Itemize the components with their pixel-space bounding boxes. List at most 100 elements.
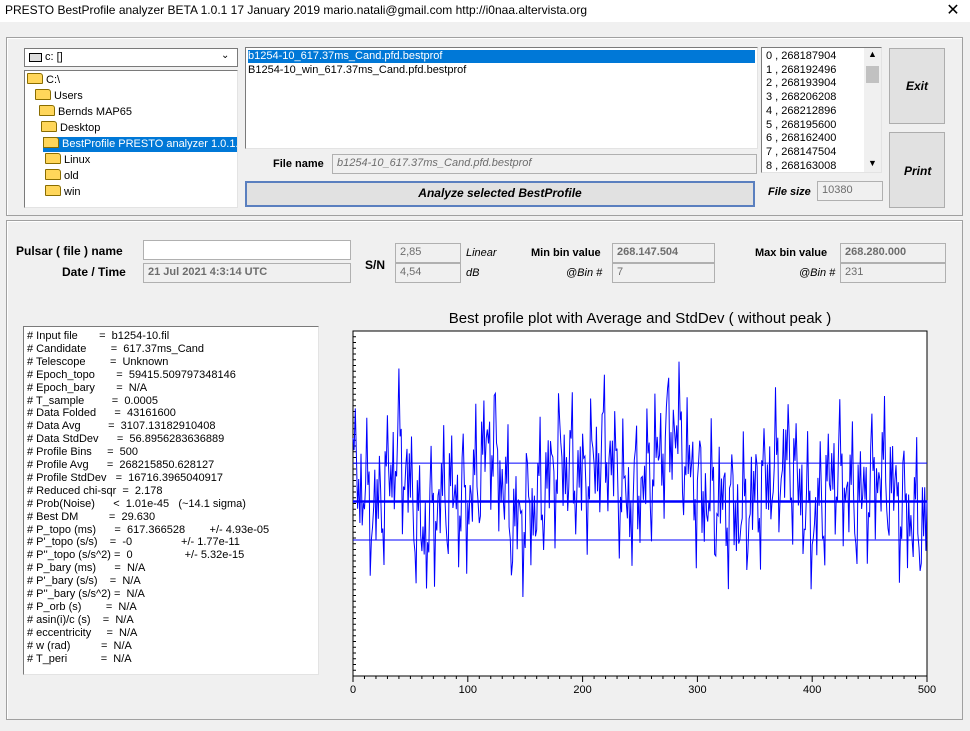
chevron-down-icon[interactable]: ⌄ bbox=[221, 50, 229, 61]
max-bin-index-field: 231 bbox=[840, 263, 946, 283]
info-line: # eccentricity = N/A bbox=[27, 626, 138, 639]
x-tick-label: 200 bbox=[573, 684, 591, 696]
sn-db-unit: dB bbox=[466, 267, 480, 279]
info-line: # P''_bary (s/s^2) = N/A bbox=[27, 588, 145, 600]
dir-item-label: C:\ bbox=[46, 74, 61, 86]
dir-item-label: old bbox=[64, 170, 79, 182]
info-line: # P''_topo (s/s^2) = 0 +/- 5.32e-15 bbox=[27, 549, 245, 562]
folder-icon bbox=[45, 185, 61, 196]
file-name-label: File name bbox=[273, 158, 324, 170]
bin-list-item[interactable]: 1 , 268192496 bbox=[766, 64, 836, 78]
dir-item[interactable]: win bbox=[45, 185, 81, 200]
sn-linear-unit: Linear bbox=[466, 247, 497, 259]
min-bin-value-field: 268.147.504 bbox=[612, 243, 715, 263]
bin-list-item[interactable]: 6 , 268162400 bbox=[766, 132, 836, 146]
bin-list-item[interactable]: 3 , 268206208 bbox=[766, 91, 836, 105]
info-line: # P_bary (ms) = N/A bbox=[27, 562, 146, 575]
folder-icon bbox=[27, 73, 43, 84]
folder-icon bbox=[45, 169, 61, 180]
scroll-down-icon[interactable]: ▼ bbox=[868, 158, 877, 168]
sn-label: S/N bbox=[365, 258, 386, 272]
min-bin-label: Min bin value bbox=[531, 247, 601, 259]
drive-select-value: c: [] bbox=[45, 51, 63, 63]
bin-list-item[interactable]: 8 , 268163008 bbox=[766, 160, 836, 172]
dir-item[interactable]: Users bbox=[35, 89, 83, 104]
info-line: # Best DM = 29.630 bbox=[27, 510, 156, 523]
min-bin-index-label: @Bin # bbox=[566, 267, 603, 279]
info-line: # Profile Avg = 268215850.628127 bbox=[27, 459, 215, 471]
sn-linear-field: 2,85 bbox=[395, 243, 461, 263]
x-tick-label: 400 bbox=[803, 684, 821, 696]
info-line: # Candidate = 617.37ms_Cand bbox=[27, 342, 205, 355]
dir-item[interactable]: old bbox=[45, 169, 79, 184]
window-title: PRESTO BestProfile analyzer BETA 1.0.1 1… bbox=[5, 3, 588, 17]
bin-list-item[interactable]: 4 , 268212896 bbox=[766, 105, 836, 119]
chart-title: Best profile plot with Average and StdDe… bbox=[448, 310, 832, 327]
folder-icon bbox=[41, 121, 57, 132]
folder-icon bbox=[43, 137, 59, 148]
info-line: # Reduced chi-sqr = 2.178 bbox=[27, 484, 163, 497]
info-line: # Data StdDev = 56.8956283636889 bbox=[27, 433, 225, 446]
max-bin-value-field: 268.280.000 bbox=[840, 243, 946, 263]
bin-list-scrollbar[interactable]: ▲ ▼ bbox=[864, 48, 881, 172]
dir-item-label: Desktop bbox=[60, 122, 101, 134]
file-size-label: File size bbox=[768, 186, 811, 198]
date-time-field: 21 Jul 2021 4:3:14 UTC bbox=[143, 263, 351, 283]
dir-item[interactable]: Desktop bbox=[41, 121, 100, 136]
close-icon[interactable]: ✕ bbox=[936, 0, 970, 22]
file-size-field: 10380 bbox=[817, 181, 883, 201]
info-line: # Prob(Noise) < 1.01e-45 (~14.1 sigma) bbox=[27, 497, 246, 510]
file-list[interactable]: b1254-10_617.37ms_Cand.pfd.bestprof B1254… bbox=[245, 47, 758, 149]
best-profile-chart: 0 100 200 300 400 500 bbox=[350, 330, 936, 696]
dir-item[interactable]: C:\ bbox=[27, 73, 60, 88]
bin-list-item[interactable]: 7 , 268147504 bbox=[766, 146, 836, 160]
info-line: # T_peri = N/A bbox=[27, 652, 132, 665]
scroll-thumb[interactable] bbox=[866, 66, 879, 83]
dir-item[interactable]: Linux bbox=[45, 153, 90, 168]
dir-item-label: Users bbox=[54, 90, 83, 102]
info-line: # Epoch_bary = N/A bbox=[27, 381, 148, 394]
folder-icon bbox=[45, 153, 61, 164]
folder-icon bbox=[39, 105, 55, 116]
info-line: # P_orb (s) = N/A bbox=[27, 600, 137, 613]
max-bin-label: Max bin value bbox=[755, 247, 828, 259]
scroll-up-icon[interactable]: ▲ bbox=[868, 49, 877, 59]
info-line: # P'_topo (s/s) = -0 +/- 1.77e-11 bbox=[27, 536, 240, 549]
info-line: # P'_bary (s/s) = N/A bbox=[27, 575, 141, 588]
info-line: # Input file = b1254-10.fil bbox=[27, 330, 170, 342]
info-line: # P_topo (ms) = 617.366528 +/- 4.93e-05 bbox=[27, 523, 270, 536]
bin-list-item[interactable]: 2 , 268193904 bbox=[766, 77, 836, 91]
folder-icon bbox=[35, 89, 51, 100]
info-line: # Profile StdDev = 16716.3965040917 bbox=[27, 471, 224, 484]
info-line: # Epoch_topo = 59415.509797348146 bbox=[27, 368, 236, 381]
dir-item[interactable]: BestProfile PRESTO analyzer 1.0.1.e bbox=[43, 137, 237, 152]
pulsar-name-label: Pulsar ( file ) name bbox=[16, 244, 123, 258]
date-time-label: Date / Time bbox=[62, 265, 126, 279]
drive-select[interactable]: c: [] ⌄ bbox=[24, 48, 238, 67]
x-tick-label: 300 bbox=[688, 684, 706, 696]
bin-list-item[interactable]: 0 , 268187904 bbox=[766, 50, 836, 64]
analyze-button-label: Analyze selected BestProfile bbox=[418, 186, 582, 200]
dir-item-label: Bernds MAP65 bbox=[58, 106, 132, 118]
sn-db-field: 4,54 bbox=[395, 263, 461, 283]
file-list-item[interactable]: b1254-10_617.37ms_Cand.pfd.bestprof bbox=[248, 50, 755, 63]
info-line: # Data Folded = 43161600 bbox=[27, 407, 176, 420]
exit-button-label: Exit bbox=[906, 79, 929, 93]
info-line: # Profile Bins = 500 bbox=[27, 446, 138, 459]
file-name-field: b1254-10_617.37ms_Cand.pfd.bestprof bbox=[332, 154, 757, 174]
info-line: # Telescope = Unknown bbox=[27, 355, 169, 368]
info-line: # w (rad) = N/A bbox=[27, 639, 132, 652]
info-line: # Data Avg = 3107.13182910408 bbox=[27, 420, 216, 433]
max-bin-index-label: @Bin # bbox=[799, 267, 836, 279]
x-tick-label: 100 bbox=[459, 684, 477, 696]
file-list-item[interactable]: B1254-10_win_617.37ms_Cand.pfd.bestprof bbox=[248, 64, 755, 77]
dir-item-label: Linux bbox=[64, 154, 91, 166]
info-line: # T_sample = 0.0005 bbox=[27, 394, 158, 407]
bestprof-info-textbox[interactable]: # Input file = b1254-10.fil # Candidate =… bbox=[23, 326, 319, 675]
drive-icon bbox=[29, 53, 42, 62]
bin-list-item[interactable]: 5 , 268195600 bbox=[766, 119, 836, 133]
info-line: # asin(i)/c (s) = N/A bbox=[27, 613, 134, 626]
dir-item[interactable]: Bernds MAP65 bbox=[39, 105, 132, 120]
directory-list[interactable]: C:\ Users Bernds MAP65 Desktop BestProfile P… bbox=[24, 70, 238, 208]
dir-item-label: win bbox=[64, 186, 81, 198]
